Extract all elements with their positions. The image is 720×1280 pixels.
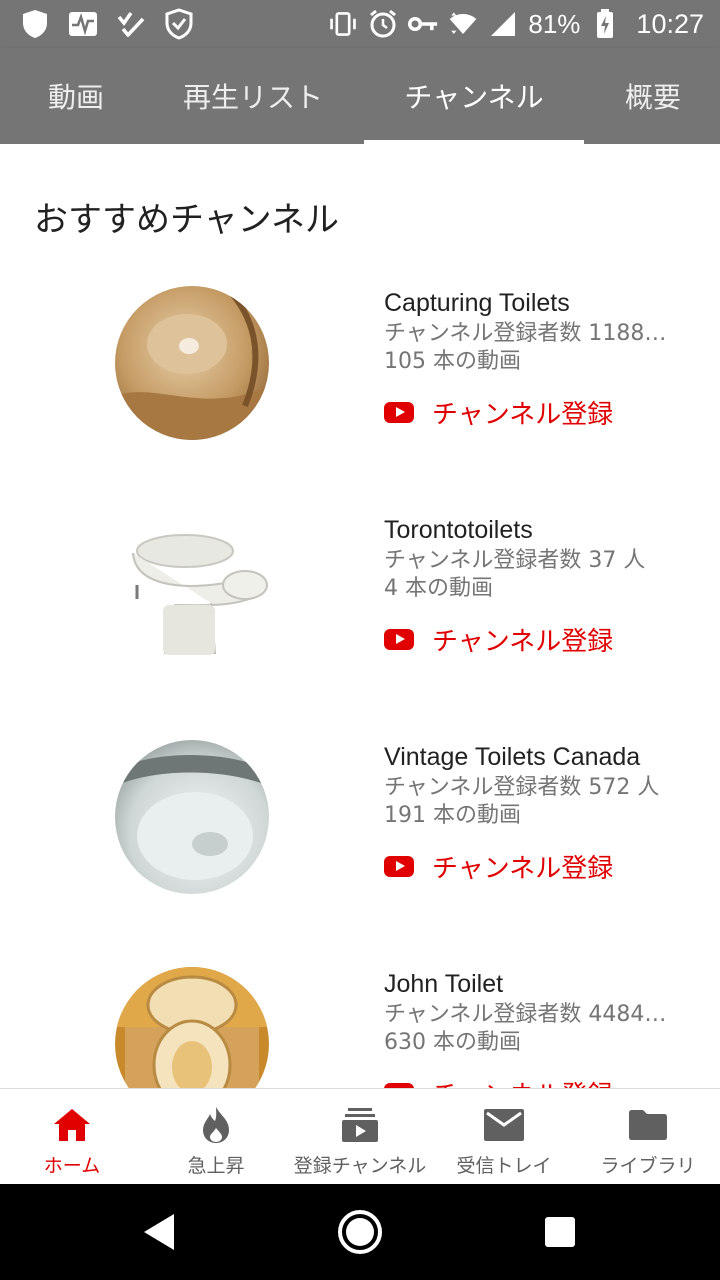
nav-trending-label: 急上昇 bbox=[187, 1155, 245, 1177]
vibrate-icon bbox=[328, 9, 358, 39]
video-count: 4 本の動画 bbox=[384, 576, 493, 601]
status-bar: 81% 10:27 bbox=[0, 0, 720, 48]
channel-item[interactable]: John Toilet チャンネル登録者数 4484… 630 本の動画 チャン… bbox=[0, 967, 720, 1088]
battery-charging-icon bbox=[590, 9, 620, 39]
home-circle-icon bbox=[338, 1210, 382, 1254]
flame-icon bbox=[196, 1107, 236, 1143]
subscribe-label: チャンネル登録 bbox=[432, 854, 614, 884]
bottom-navigation: ホーム 急上昇 登録チャンネル 受信トレイ ライブラリ bbox=[0, 1088, 720, 1184]
back-triangle-icon bbox=[144, 1214, 174, 1250]
tab-about[interactable]: 概要 bbox=[606, 48, 700, 144]
youtube-icon bbox=[384, 629, 414, 650]
nav-home[interactable]: ホーム bbox=[0, 1089, 144, 1185]
nav-library-label: ライブラリ bbox=[600, 1155, 696, 1177]
channels-content[interactable]: おすすめチャンネル Capturing Toilets チャンネル登録者数 11… bbox=[0, 144, 720, 1088]
video-count: 191 本の動画 bbox=[384, 803, 521, 828]
youtube-icon bbox=[384, 402, 414, 423]
video-count: 630 本の動画 bbox=[384, 1030, 521, 1055]
alarm-icon bbox=[368, 9, 398, 39]
channel-name[interactable]: Torontotoilets bbox=[384, 513, 684, 547]
youtube-icon bbox=[384, 856, 414, 877]
folder-icon bbox=[628, 1107, 668, 1143]
subscribe-button[interactable]: チャンネル登録 bbox=[384, 1075, 684, 1088]
clock: 10:27 bbox=[636, 8, 704, 39]
subscriber-count: チャンネル登録者数 572 人 bbox=[384, 775, 660, 800]
system-navigation-bar bbox=[0, 1184, 720, 1280]
shield-check-icon bbox=[164, 8, 194, 40]
shield-icon bbox=[20, 9, 50, 39]
battery-percent: 81% bbox=[528, 8, 581, 39]
subscriber-count: チャンネル登録者数 1188… bbox=[384, 321, 667, 346]
subscribe-button[interactable]: チャンネル登録 bbox=[384, 621, 684, 658]
channel-avatar[interactable] bbox=[115, 967, 269, 1088]
tab-playlists[interactable]: 再生リスト bbox=[170, 48, 336, 144]
subscribe-button[interactable]: チャンネル登録 bbox=[384, 394, 684, 431]
nav-inbox-label: 受信トレイ bbox=[456, 1155, 552, 1177]
back-button[interactable] bbox=[136, 1208, 184, 1256]
tab-channels[interactable]: チャンネル bbox=[364, 48, 584, 144]
channel-avatar[interactable] bbox=[115, 286, 269, 440]
key-icon bbox=[408, 9, 438, 39]
channel-tab-bar: 動画 再生リスト チャンネル 概要 bbox=[0, 48, 720, 144]
channel-name[interactable]: Vintage Toilets Canada bbox=[384, 740, 684, 774]
video-count: 105 本の動画 bbox=[384, 349, 521, 374]
subscriptions-icon bbox=[340, 1107, 380, 1143]
channel-item[interactable]: Torontotoilets チャンネル登録者数 37 人 4 本の動画 チャン… bbox=[0, 513, 720, 713]
subscribe-label: チャンネル登録 bbox=[432, 400, 614, 430]
recents-square-icon bbox=[545, 1217, 575, 1247]
mail-icon bbox=[484, 1107, 524, 1143]
section-title: おすすめチャンネル bbox=[34, 200, 339, 240]
recents-button[interactable] bbox=[536, 1208, 584, 1256]
home-button[interactable] bbox=[336, 1208, 384, 1256]
nav-subscriptions[interactable]: 登録チャンネル bbox=[288, 1089, 432, 1185]
subscribe-button[interactable]: チャンネル登録 bbox=[384, 848, 684, 885]
home-icon bbox=[52, 1107, 92, 1143]
channel-avatar[interactable] bbox=[115, 513, 269, 667]
signal-icon bbox=[488, 9, 518, 39]
subscriber-count: チャンネル登録者数 37 人 bbox=[384, 548, 646, 573]
channel-name[interactable]: Capturing Toilets bbox=[384, 286, 684, 320]
subscribe-label: チャンネル登録 bbox=[432, 1075, 613, 1088]
nav-library[interactable]: ライブラリ bbox=[576, 1089, 720, 1185]
channel-avatar[interactable] bbox=[115, 740, 269, 894]
channel-item[interactable]: Vintage Toilets Canada チャンネル登録者数 572 人 1… bbox=[0, 740, 720, 940]
activity-icon bbox=[68, 9, 98, 39]
subscribe-label: チャンネル登録 bbox=[432, 627, 614, 657]
checklist-icon bbox=[116, 9, 146, 39]
channel-name[interactable]: John Toilet bbox=[384, 967, 684, 1001]
nav-trending[interactable]: 急上昇 bbox=[144, 1089, 288, 1185]
channel-item[interactable]: Capturing Toilets チャンネル登録者数 1188… 105 本の… bbox=[0, 286, 720, 486]
wifi-icon bbox=[448, 9, 478, 39]
tab-videos[interactable]: 動画 bbox=[20, 48, 132, 144]
nav-subscriptions-label: 登録チャンネル bbox=[293, 1155, 427, 1177]
subscriber-count: チャンネル登録者数 4484… bbox=[384, 1002, 667, 1027]
nav-inbox[interactable]: 受信トレイ bbox=[432, 1089, 576, 1185]
nav-home-label: ホーム bbox=[43, 1155, 101, 1177]
